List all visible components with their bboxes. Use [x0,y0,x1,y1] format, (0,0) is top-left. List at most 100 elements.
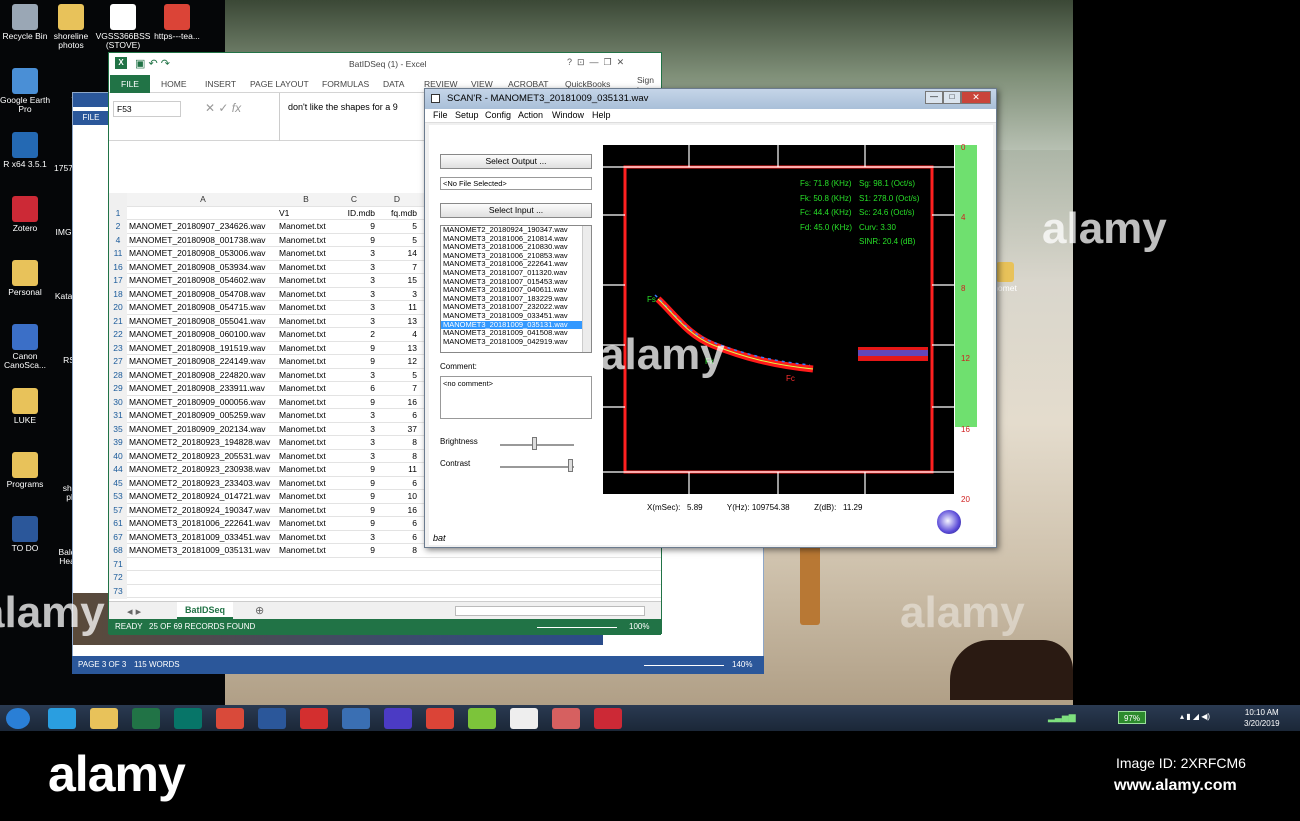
desktop-icon-5[interactable]: R x64 3.5.1 [0,132,54,169]
table-cell[interactable]: Manomet.txt [279,274,333,287]
excel-zoom-slider[interactable] [537,627,617,628]
table-cell[interactable]: Manomet.txt [279,517,333,530]
table-cell[interactable]: 3 [333,369,377,382]
table-cell[interactable]: 11 [377,301,419,314]
table-cell[interactable]: 3 [333,288,377,301]
table-cell[interactable]: 3 [333,261,377,274]
table-cell[interactable]: Manomet.txt [279,382,333,395]
table-cell[interactable]: 6 [377,477,419,490]
header-id[interactable]: ID.mdb [333,207,377,220]
table-cell[interactable]: MANOMET_20180908_233911.wav [129,382,277,395]
table-cell[interactable]: 11 [377,463,419,476]
spectrogram-view[interactable]: Fs: 71.8 (KHz) Fk: 50.8 (KHz) Fc: 44.4 (KH… [603,145,954,494]
table-cell[interactable]: 2 [333,328,377,341]
table-cell[interactable]: 9 [333,342,377,355]
desktop-icon-11[interactable]: TO DO [0,516,54,553]
desktop-icon-7[interactable]: Personal [0,260,54,297]
header-fq[interactable]: fq.mdb [377,207,419,220]
scanr-icon[interactable] [384,708,412,729]
table-cell[interactable]: 6 [377,517,419,530]
input-file-list[interactable]: MANOMET2_20180924_190347.wav MANOMET3_201… [440,225,592,353]
header-v1[interactable]: V1 [279,207,333,220]
table-cell[interactable]: MANOMET_20180908_224820.wav [129,369,277,382]
maximize-button[interactable]: □ [943,91,961,104]
moon-logo-icon[interactable] [937,510,961,534]
table-cell[interactable]: MANOMET3_20181009_033451.wav [129,531,277,544]
tab-file[interactable]: FILE [110,75,150,93]
picasa-icon[interactable] [216,708,244,729]
table-cell[interactable]: Manomet.txt [279,490,333,503]
table-cell[interactable]: 8 [377,436,419,449]
select-output-button[interactable]: Select Output ... [440,154,592,169]
ie-icon[interactable] [48,708,76,729]
table-cell[interactable]: MANOMET3_20181006_222641.wav [129,517,277,530]
table-cell[interactable]: 3 [333,247,377,260]
table-cell[interactable]: 5 [377,369,419,382]
table-cell[interactable]: MANOMET_20180908_054708.wav [129,288,277,301]
table-cell[interactable]: 3 [333,301,377,314]
desktop-icon-3[interactable]: https---tea... [148,4,206,41]
word-file-tab[interactable]: FILE [73,111,109,125]
table-cell[interactable]: 9 [333,517,377,530]
menu-window[interactable]: Window [552,110,584,120]
table-cell[interactable]: 7 [377,382,419,395]
table-cell[interactable]: Manomet.txt [279,315,333,328]
table-cell[interactable]: Manomet.txt [279,328,333,341]
table-cell[interactable]: 16 [377,504,419,517]
table-cell[interactable]: 9 [333,544,377,557]
close-button[interactable]: ✕ [961,91,991,104]
file-list-item[interactable]: MANOMET3_20181009_042919.wav [441,337,591,347]
table-cell[interactable]: 3 [333,423,377,436]
sheet-tab-batidseq[interactable]: BatIDSeq [177,602,233,619]
excel-window-controls[interactable]: ? ⊡ — ❐ ✕ [567,57,624,68]
table-cell[interactable]: MANOMET_20180907_234626.wav [129,220,277,233]
table-cell[interactable]: MANOMET_20180908_053934.wav [129,261,277,274]
contrast-slider-thumb[interactable] [568,459,573,472]
desktop-icon-10[interactable]: Programs [0,452,54,489]
table-cell[interactable]: 3 [333,409,377,422]
table-cell[interactable]: Manomet.txt [279,261,333,274]
menu-config[interactable]: Config [485,110,511,120]
desktop-icon-8[interactable]: Canon CanoSca... [0,324,54,370]
table-cell[interactable]: 6 [377,531,419,544]
output-path-field[interactable]: <No File Selected> [440,177,592,190]
column-b-header[interactable]: B [279,193,333,206]
table-cell[interactable]: MANOMET2_20180923_194828.wav [129,436,277,449]
table-cell[interactable]: 3 [377,288,419,301]
signal-icon[interactable]: ▂▃▅▆ [1048,712,1076,723]
start-icon[interactable] [6,708,30,729]
formula-buttons-icon[interactable]: ✕ ✓ fx [205,101,241,115]
tab-insert[interactable]: INSERT [205,79,236,89]
table-cell[interactable]: MANOMET_20180908_054715.wav [129,301,277,314]
table-cell[interactable]: MANOMET_20180908_054602.wav [129,274,277,287]
table-cell[interactable]: Manomet.txt [279,531,333,544]
table-cell[interactable]: 5 [377,234,419,247]
brightness-slider-thumb[interactable] [532,437,537,450]
table-cell[interactable]: MANOMET_20180908_001738.wav [129,234,277,247]
table-row[interactable]: 73 [109,584,661,598]
brightness-slider[interactable] [500,444,574,446]
table-cell[interactable]: 9 [333,396,377,409]
table-cell[interactable]: MANOMET_20180908_224149.wav [129,355,277,368]
table-cell[interactable]: MANOMET2_20180924_190347.wav [129,504,277,517]
zotero-icon[interactable] [594,708,622,729]
sheet-nav-arrows-icon[interactable]: ◂ ▸ [127,605,141,618]
table-cell[interactable]: Manomet.txt [279,342,333,355]
tab-page-layout[interactable]: PAGE LAYOUT [250,79,309,89]
table-cell[interactable]: Manomet.txt [279,436,333,449]
add-sheet-icon[interactable]: ⊕ [255,604,264,617]
table-cell[interactable]: Manomet.txt [279,396,333,409]
notepad-icon[interactable] [510,708,538,729]
excel-quick-access[interactable]: ▣ ↶ ↷ [135,57,170,70]
select-input-button[interactable]: Select Input ... [440,203,592,218]
table-cell[interactable]: 16 [377,396,419,409]
table-cell[interactable]: Manomet.txt [279,369,333,382]
excel-icon[interactable] [132,708,160,729]
menu-file[interactable]: File [433,110,448,120]
table-cell[interactable]: 13 [377,315,419,328]
table-cell[interactable]: MANOMET2_20180923_205531.wav [129,450,277,463]
table-cell[interactable]: 3 [333,436,377,449]
contrast-slider[interactable] [500,466,574,468]
minimize-button[interactable]: — [925,91,943,104]
table-cell[interactable]: Manomet.txt [279,355,333,368]
